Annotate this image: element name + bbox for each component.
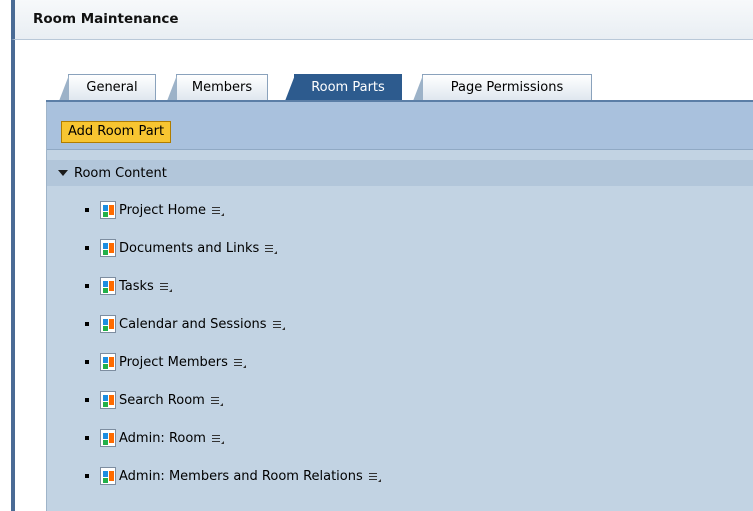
bullet-icon — [85, 360, 89, 364]
tab-room-parts[interactable]: Room Parts — [285, 74, 402, 101]
item-label[interactable]: Project Home — [119, 203, 206, 218]
page-icon — [100, 467, 116, 485]
bullet-icon — [85, 322, 89, 326]
context-menu-icon[interactable] — [265, 244, 278, 254]
list-item[interactable]: Admin: Room — [47, 425, 753, 451]
page-title: Room Maintenance — [33, 11, 179, 27]
item-label[interactable]: Search Room — [119, 393, 205, 408]
page-icon — [100, 201, 116, 219]
list-item[interactable]: Project Home — [47, 197, 753, 223]
tab-general-label: General — [86, 80, 138, 95]
item-label[interactable]: Tasks — [119, 279, 154, 294]
tab-room-parts-label: Room Parts — [311, 80, 385, 95]
tab-members[interactable]: Members — [167, 74, 268, 101]
room-maintenance-page: Room Maintenance General Members Room Pa… — [0, 0, 753, 511]
tab-page-permissions[interactable]: Page Permissions — [413, 74, 592, 101]
context-menu-icon[interactable] — [233, 358, 246, 368]
list-item[interactable]: Documents and Links — [47, 235, 753, 261]
bullet-icon — [85, 474, 89, 478]
item-label[interactable]: Calendar and Sessions — [119, 317, 267, 332]
item-label[interactable]: Admin: Members and Room Relations — [119, 469, 363, 484]
tab-strip: General Members Room Parts Page Permissi… — [59, 74, 753, 101]
caret-down-icon[interactable] — [58, 170, 68, 176]
toolbar: Add Room Part — [47, 102, 753, 150]
page-icon — [100, 277, 116, 295]
tab-members-label: Members — [191, 80, 253, 95]
context-menu-icon[interactable] — [272, 320, 285, 330]
page-icon — [100, 429, 116, 447]
context-menu-icon[interactable] — [368, 472, 381, 482]
bullet-icon — [85, 284, 89, 288]
list-item[interactable]: Search Room — [47, 387, 753, 413]
list-item[interactable]: Project Members — [47, 349, 753, 375]
room-parts-panel: Add Room Part Room Content Project Home … — [46, 102, 753, 511]
item-label[interactable]: Documents and Links — [119, 241, 259, 256]
page-icon — [100, 239, 116, 257]
bullet-icon — [85, 208, 89, 212]
bullet-icon — [85, 436, 89, 440]
context-menu-icon[interactable] — [211, 434, 224, 444]
item-label[interactable]: Project Members — [119, 355, 228, 370]
context-menu-icon[interactable] — [212, 206, 225, 216]
title-bar: Room Maintenance — [11, 0, 753, 40]
bullet-icon — [85, 398, 89, 402]
section-label: Room Content — [74, 165, 167, 181]
context-menu-icon[interactable] — [210, 396, 223, 406]
room-content-section-header[interactable]: Room Content — [47, 160, 753, 186]
context-menu-icon[interactable] — [159, 282, 172, 292]
tab-page-permissions-label: Page Permissions — [450, 80, 564, 95]
list-item[interactable]: Calendar and Sessions — [47, 311, 753, 337]
page-icon — [100, 391, 116, 409]
add-room-part-button[interactable]: Add Room Part — [61, 121, 172, 143]
item-label[interactable]: Admin: Room — [119, 431, 206, 446]
list-item[interactable]: Tasks — [47, 273, 753, 299]
page-icon — [100, 315, 116, 333]
list-item[interactable]: Admin: Members and Room Relations — [47, 463, 753, 489]
tab-general[interactable]: General — [59, 74, 156, 101]
page-icon — [100, 353, 116, 371]
bullet-icon — [85, 246, 89, 250]
